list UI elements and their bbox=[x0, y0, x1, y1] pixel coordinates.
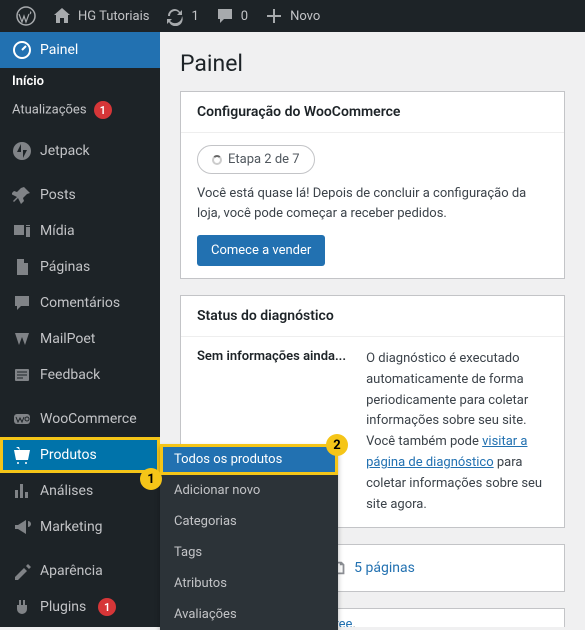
diagnostic-header: Status do diagnóstico bbox=[181, 296, 564, 337]
wordpress-icon bbox=[16, 6, 36, 26]
plugins-badge: 1 bbox=[98, 598, 116, 616]
admin-sidebar: Painel Início Atualizações 1 Jetpack Pos… bbox=[0, 32, 160, 627]
plus-icon bbox=[264, 6, 284, 26]
plugins-icon bbox=[12, 597, 32, 617]
comment-icon bbox=[215, 6, 235, 26]
comments-icon bbox=[12, 293, 32, 313]
setup-description: Você está quase lá! Depois de concluir a… bbox=[197, 184, 548, 223]
new-link[interactable]: Novo bbox=[256, 6, 328, 26]
admin-toolbar: HG Tutoriais 1 0 Novo bbox=[0, 0, 585, 32]
updates-count: 1 bbox=[191, 9, 198, 24]
mailpoet-icon bbox=[12, 329, 32, 349]
menu-posts[interactable]: Posts bbox=[0, 177, 160, 213]
menu-plugins[interactable]: Plugins 1 bbox=[0, 589, 160, 625]
comments-link[interactable]: 0 bbox=[207, 6, 256, 26]
setup-header: Configuração do WooCommerce bbox=[181, 92, 564, 133]
site-name-link[interactable]: HG Tutoriais bbox=[44, 6, 157, 26]
spinner-icon bbox=[212, 155, 222, 165]
step-label: Etapa 2 de 7 bbox=[228, 152, 300, 167]
menu-mailpoet[interactable]: MailPoet bbox=[0, 321, 160, 357]
diagnostic-text: O diagnóstico é executado automaticament… bbox=[366, 349, 548, 515]
submenu-atualizacoes[interactable]: Atualizações 1 bbox=[0, 95, 160, 125]
update-badge: 1 bbox=[94, 101, 112, 119]
dashboard-icon bbox=[12, 40, 32, 60]
annotation-1: 1 bbox=[140, 468, 162, 490]
menu-paginas[interactable]: Páginas bbox=[0, 249, 160, 285]
menu-comentarios[interactable]: Comentários bbox=[0, 285, 160, 321]
submenu-inicio[interactable]: Início bbox=[0, 68, 160, 95]
pages-count-link[interactable]: 5 páginas bbox=[354, 560, 415, 576]
woocommerce-icon bbox=[12, 409, 32, 429]
analytics-icon bbox=[12, 481, 32, 501]
flyout-categories[interactable]: Categorias bbox=[160, 506, 338, 537]
feedback-icon bbox=[12, 365, 32, 385]
flyout-reviews[interactable]: Avaliações bbox=[160, 599, 338, 630]
menu-painel[interactable]: Painel bbox=[0, 32, 160, 68]
wp-logo[interactable] bbox=[8, 6, 44, 26]
comments-count: 0 bbox=[241, 9, 248, 24]
menu-produtos[interactable]: Produtos bbox=[0, 437, 160, 473]
start-selling-button[interactable]: Comece a vender bbox=[197, 235, 325, 266]
diagnostic-status: Sem informações ainda... bbox=[197, 349, 346, 364]
flyout-attributes[interactable]: Atributos bbox=[160, 568, 338, 599]
pages-icon bbox=[12, 257, 32, 277]
updates-link[interactable]: 1 bbox=[157, 6, 206, 26]
flyout-all-products[interactable]: Todos os produtos bbox=[160, 444, 338, 475]
refresh-icon bbox=[165, 6, 185, 26]
menu-analises[interactable]: Análises bbox=[0, 473, 160, 509]
marketing-icon bbox=[12, 517, 32, 537]
home-icon bbox=[52, 6, 72, 26]
products-icon bbox=[12, 445, 32, 465]
jetpack-icon bbox=[12, 141, 32, 161]
menu-feedback[interactable]: Feedback bbox=[0, 357, 160, 393]
pin-icon bbox=[12, 185, 32, 205]
new-label: Novo bbox=[290, 9, 320, 24]
flyout-tags[interactable]: Tags bbox=[160, 537, 338, 568]
menu-midia[interactable]: Mídia bbox=[0, 213, 160, 249]
menu-aparencia[interactable]: Aparência bbox=[0, 553, 160, 589]
page-title: Painel bbox=[180, 32, 565, 91]
media-icon bbox=[12, 221, 32, 241]
appearance-icon bbox=[12, 561, 32, 581]
flyout-add-new[interactable]: Adicionar novo bbox=[160, 475, 338, 506]
menu-woocommerce[interactable]: WooCommerce bbox=[0, 401, 160, 437]
menu-jetpack[interactable]: Jetpack bbox=[0, 133, 160, 169]
menu-marketing[interactable]: Marketing bbox=[0, 509, 160, 545]
annotation-2: 2 bbox=[326, 434, 348, 456]
produtos-flyout: Todos os produtos Adicionar novo Categor… bbox=[160, 444, 338, 630]
woocommerce-setup-card: Configuração do WooCommerce Etapa 2 de 7… bbox=[180, 91, 565, 279]
site-name: HG Tutoriais bbox=[78, 9, 149, 24]
setup-step-pill: Etapa 2 de 7 bbox=[197, 145, 315, 174]
